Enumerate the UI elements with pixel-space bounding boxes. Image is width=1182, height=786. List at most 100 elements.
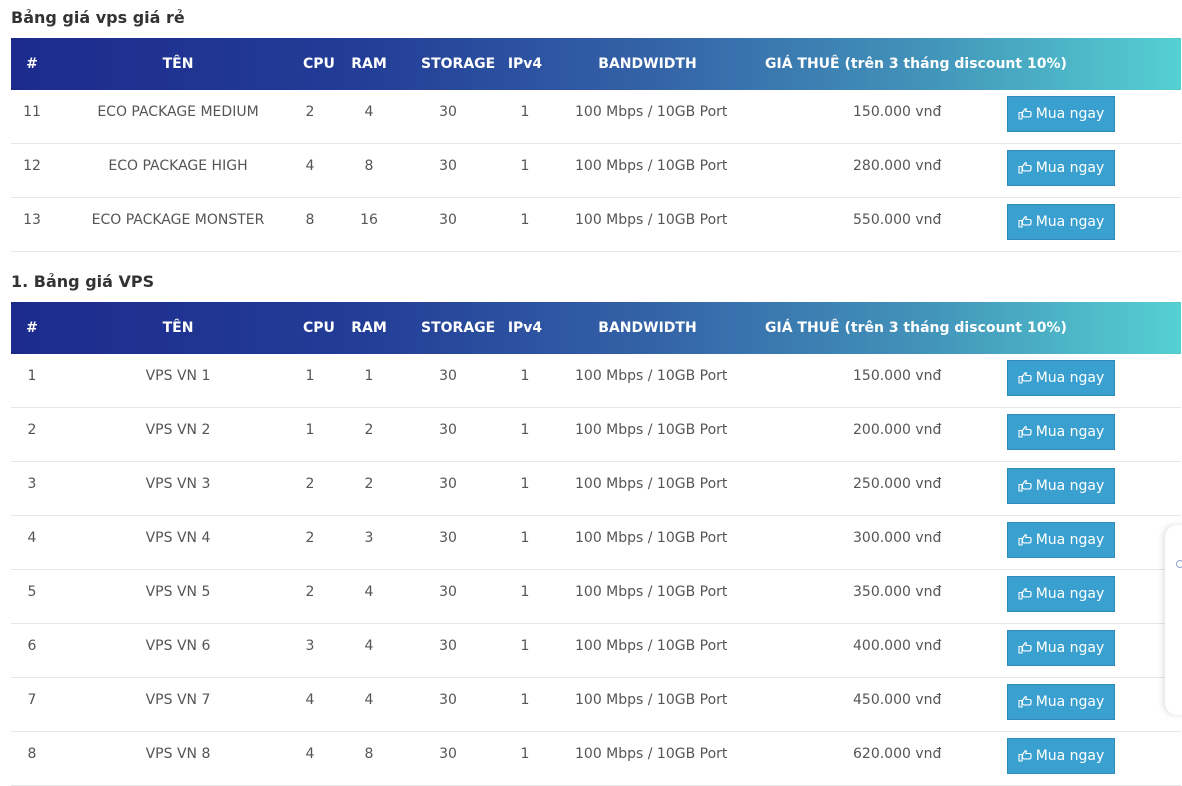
package-name: VPS VN 2 [53,407,303,462]
storage-value: 30 [421,90,475,144]
buy-now-label: Mua ngay [1035,106,1105,122]
buy-now-label: Mua ngay [1035,640,1105,656]
ipv4-value: 1 [475,407,575,462]
buy-now-label: Mua ngay [1035,214,1105,230]
buy-now-label: Mua ngay [1035,370,1105,386]
bandwidth-value: 100 Mbps / 10GB Port [575,569,727,624]
storage-value: 30 [421,461,475,516]
buy-now-label: Mua ngay [1035,478,1105,494]
header-num: # [26,320,38,336]
table-row: 1 VPS VN 1 1 1 30 1 100 Mbps / 10GB Port 150.00… [11,354,1181,408]
ipv4-value: 1 [475,623,575,678]
row-number: 12 [11,143,53,198]
buy-now-label: Mua ngay [1035,586,1105,602]
storage-value: 30 [421,623,475,678]
price-value: 620.000 vnđ [720,731,981,786]
hand-pointer-icon [1018,162,1032,174]
bandwidth-value: 100 Mbps / 10GB Port [575,143,727,198]
cpu-value: 1 [303,407,317,462]
storage-value: 30 [421,407,475,462]
price-table-cheap-vps: # TÊN CPU RAM STORAGE IPv4 BANDWIDTH GIÁ… [11,38,1181,252]
price-value: 300.000 vnđ [720,515,981,570]
row-number: 7 [11,677,53,732]
action-cell: Mua ngay [981,90,1181,144]
storage-value: 30 [421,354,475,408]
price-value: 280.000 vnđ [720,143,981,198]
ipv4-value: 1 [475,515,575,570]
table-row: 12 ECO PACKAGE HIGH 4 8 30 1 100 Mbps / 10GB P… [11,143,1181,198]
ram-value: 4 [317,623,421,678]
package-name: VPS VN 4 [53,515,303,570]
header-bandwidth: BANDWIDTH [598,320,697,336]
section-title-vps: 1. Bảng giá VPS [11,272,155,291]
ram-value: 8 [317,731,421,786]
hand-pointer-icon [1018,372,1032,384]
bandwidth-value: 100 Mbps / 10GB Port [575,90,727,144]
row-number: 4 [11,515,53,570]
header-num: # [26,56,38,72]
ram-value: 2 [317,407,421,462]
bandwidth-value: 100 Mbps / 10GB Port [575,354,727,408]
price-value: 450.000 vnđ [720,677,981,732]
cpu-value: 4 [303,143,317,198]
header-cpu: CPU [303,56,335,72]
header-storage: STORAGE [421,320,496,336]
bandwidth-value: 100 Mbps / 10GB Port [575,515,727,570]
package-name: VPS VN 6 [53,623,303,678]
buy-now-button[interactable]: Mua ngay [1007,468,1115,504]
storage-value: 30 [421,197,475,252]
hand-pointer-icon [1018,480,1032,492]
buy-now-label: Mua ngay [1035,748,1105,764]
ipv4-value: 1 [475,143,575,198]
bandwidth-value: 100 Mbps / 10GB Port [575,197,727,252]
ram-value: 4 [317,569,421,624]
ipv4-value: 1 [475,677,575,732]
buy-now-button[interactable]: Mua ngay [1007,738,1115,774]
buy-now-button[interactable]: Mua ngay [1007,96,1115,132]
ipv4-value: 1 [475,90,575,144]
hand-pointer-icon [1018,750,1032,762]
ram-value: 4 [317,90,421,144]
buy-now-button[interactable]: Mua ngay [1007,414,1115,450]
buy-now-button[interactable]: Mua ngay [1007,522,1115,558]
floating-side-widget[interactable] [1165,525,1182,715]
table-row: 11 ECO PACKAGE MEDIUM 2 4 30 1 100 Mbps / 10GB… [11,90,1181,144]
hand-pointer-icon [1018,108,1032,120]
ipv4-value: 1 [475,569,575,624]
package-name: ECO PACKAGE HIGH [53,143,303,198]
hand-pointer-icon [1018,696,1032,708]
bandwidth-value: 100 Mbps / 10GB Port [575,731,727,786]
row-number: 13 [11,197,53,252]
table-row: 3 VPS VN 3 2 2 30 1 100 Mbps / 10GB Port 250.00… [11,461,1181,516]
cpu-value: 4 [303,677,317,732]
price-value: 350.000 vnđ [720,569,981,624]
ram-value: 2 [317,461,421,516]
cpu-value: 3 [303,623,317,678]
package-name: ECO PACKAGE MEDIUM [53,90,303,144]
price-value: 550.000 vnđ [720,197,981,252]
ram-value: 8 [317,143,421,198]
cpu-value: 2 [303,569,317,624]
table-row: 6 VPS VN 6 3 4 30 1 100 Mbps / 10GB Port 400.00… [11,623,1181,678]
package-name: VPS VN 8 [53,731,303,786]
price-value: 150.000 vnđ [720,354,981,408]
buy-now-button[interactable]: Mua ngay [1007,150,1115,186]
buy-now-button[interactable]: Mua ngay [1007,684,1115,720]
ipv4-value: 1 [475,731,575,786]
buy-now-label: Mua ngay [1035,160,1105,176]
buy-now-button[interactable]: Mua ngay [1007,204,1115,240]
hand-pointer-icon [1018,426,1032,438]
package-name: VPS VN 3 [53,461,303,516]
bandwidth-value: 100 Mbps / 10GB Port [575,623,727,678]
action-cell: Mua ngay [981,461,1181,516]
buy-now-button[interactable]: Mua ngay [1007,360,1115,396]
price-value: 400.000 vnđ [720,623,981,678]
package-name: ECO PACKAGE MONSTER [53,197,303,252]
cpu-value: 4 [303,731,317,786]
buy-now-button[interactable]: Mua ngay [1007,630,1115,666]
buy-now-button[interactable]: Mua ngay [1007,576,1115,612]
action-cell: Mua ngay [981,407,1181,462]
package-name: VPS VN 1 [53,354,303,408]
header-name: TÊN [162,56,194,72]
cpu-value: 1 [303,354,317,408]
